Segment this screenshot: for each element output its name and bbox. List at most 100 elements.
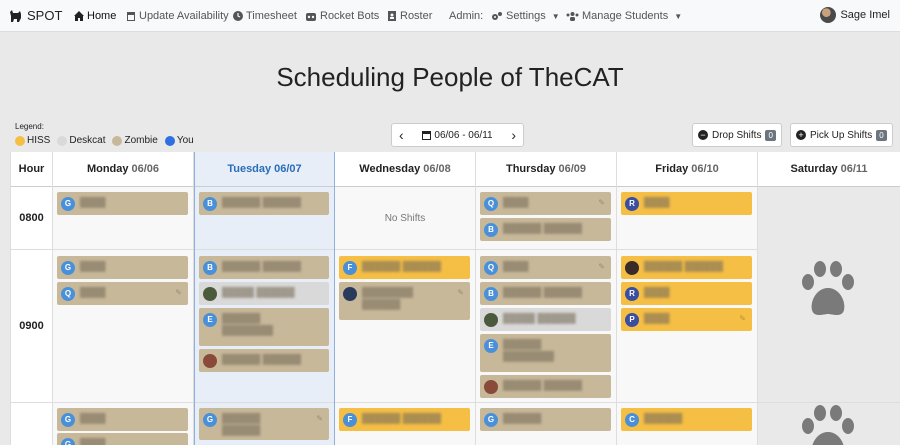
shift-card[interactable]: █████ ██████ [480, 308, 611, 331]
nav-timesheet[interactable]: Timesheet [233, 10, 297, 22]
nav-settings-label: Settings [506, 10, 546, 22]
nav-home[interactable]: Home [74, 10, 116, 22]
legend-zombie-label: Zombie [124, 135, 158, 146]
shift-card[interactable]: E ██████ ████████ [199, 308, 329, 346]
paw-icon [802, 261, 854, 315]
shift-card[interactable]: Q ████ ✎ [480, 192, 611, 215]
day-header-thursday: Thursday 06/09 [476, 152, 616, 187]
shift-card[interactable]: E ██████ ████████ [480, 334, 611, 372]
shift-card[interactable]: P ████ ✎ [621, 308, 752, 331]
shift-card[interactable]: B ██████ ██████ [199, 192, 329, 215]
nav-manage-students-dropdown[interactable]: Manage Students ▼ [566, 10, 682, 22]
week-range[interactable]: 06/06 - 06/11 [422, 129, 493, 141]
you-dot-icon [164, 135, 175, 146]
shift-card[interactable]: ██████ ██████ [621, 256, 752, 279]
shift-card[interactable]: G ████ [57, 408, 188, 431]
shift-card[interactable]: G ████ [57, 433, 188, 445]
shift-card[interactable]: B ██████ ██████ [199, 256, 329, 279]
robot-icon [306, 13, 316, 21]
avatar [343, 287, 357, 301]
nav-roster[interactable]: Roster [387, 10, 432, 22]
nav-update-availability-label: Update Availability [139, 10, 229, 22]
plus-circle-icon: + [796, 130, 806, 140]
nav-rocket-bots[interactable]: Rocket Bots [305, 10, 379, 22]
day-column-wednesday: Wednesday 06/08 No Shifts F ██████ ██████ … [335, 152, 476, 445]
day-header-friday: Friday 06/10 [617, 152, 757, 187]
paw-icon [802, 405, 854, 445]
week-navigator: ‹ 06/06 - 06/11 › [391, 123, 524, 147]
pin-icon: ✎ [598, 198, 605, 207]
day-header-tuesday: Tuesday 06/07 [195, 152, 334, 187]
shift-card[interactable]: F ██████ ██████ [339, 408, 470, 431]
chevron-down-icon: ▼ [674, 11, 683, 21]
legend-item-hiss: HISS [15, 135, 50, 146]
hiss-dot-icon [15, 135, 25, 146]
shift-card[interactable]: B ██████ ██████ [480, 282, 611, 305]
avatar [484, 380, 498, 394]
nav-settings-dropdown[interactable]: Settings ▼ [491, 10, 560, 22]
shift-card[interactable]: F ██████ ██████ [339, 256, 470, 279]
calendar-icon [127, 12, 135, 21]
home-icon [74, 11, 84, 21]
avatar [820, 7, 837, 23]
minus-circle-icon: − [698, 130, 708, 140]
brand[interactable]: SPOT [9, 8, 62, 23]
day-column-tuesday: Tuesday 06/07 B ██████ ██████ B ██████ ████… [194, 152, 335, 445]
cat-logo-icon [10, 9, 21, 22]
week-range-label: 06/06 - 06/11 [434, 129, 493, 141]
legend-deskcat-label: Deskcat [69, 135, 106, 146]
day-column-thursday: Thursday 06/09 Q ████ ✎ B ██████ ██████ Q ███… [476, 152, 617, 445]
shift-card[interactable]: ██████ ██████ [199, 349, 329, 372]
shift-card[interactable]: G ████ [57, 256, 188, 279]
drop-shifts-button[interactable]: − Drop Shifts 0 [692, 123, 782, 147]
shift-card[interactable]: G ██████ ██████ ✎ [199, 408, 329, 440]
pin-icon: ✎ [316, 414, 323, 423]
pick-up-shifts-label: Pick Up Shifts [810, 129, 873, 141]
legend-item-zombie: Zombie [112, 135, 158, 146]
shift-card[interactable]: Q ████ ✎ [480, 256, 611, 279]
avatar [484, 313, 498, 327]
drop-shifts-label: Drop Shifts [712, 129, 762, 141]
nav-manage-students-label: Manage Students [582, 10, 669, 22]
deskcat-dot-icon [57, 135, 68, 146]
address-book-icon [388, 11, 396, 21]
shift-card[interactable]: ████████ ██████ ✎ [339, 282, 470, 320]
shift-card[interactable]: █████ ██████ [199, 282, 329, 305]
shift-card[interactable]: G ██████ [480, 408, 611, 431]
user-name: Sage Imel [840, 9, 890, 21]
shift-card[interactable]: ██████ ██████ [480, 375, 611, 398]
pick-up-shifts-button[interactable]: + Pick Up Shifts 0 [790, 123, 893, 147]
legend-label: Legend: [15, 122, 44, 131]
day-column-monday: Monday 06/06 G ████ G ████ Q ████ ✎ G ████ G ██… [53, 152, 194, 445]
avatar [625, 261, 639, 275]
legend-hiss-label: HISS [27, 135, 51, 146]
avatar [203, 287, 217, 301]
clock-icon [233, 11, 243, 21]
shift-card[interactable]: G ████ [57, 192, 188, 215]
users-icon [566, 12, 579, 21]
nav-home-label: Home [87, 10, 117, 22]
shift-card[interactable]: R ████ [621, 282, 752, 305]
nav-update-availability[interactable]: Update Availability [126, 10, 229, 22]
shift-card[interactable]: R ████ [621, 192, 752, 215]
user-menu[interactable]: Sage Imel [820, 7, 890, 23]
prev-week-button[interactable]: ‹ [399, 127, 404, 143]
legend-you-label: You [176, 135, 194, 146]
shift-card[interactable]: B ██████ ██████ [480, 218, 611, 241]
legend-item-deskcat: Deskcat [57, 135, 105, 146]
hour-label-0900: 0900 [19, 320, 44, 332]
pin-icon: ✎ [598, 262, 605, 271]
legend-item-you: You [164, 135, 194, 146]
pin-icon: ✎ [457, 288, 464, 297]
shift-card[interactable]: C ██████ [621, 408, 752, 431]
drop-count-badge: 0 [765, 129, 776, 141]
page-title: Scheduling People of TheCAT [276, 62, 624, 92]
pickup-count-badge: 0 [876, 129, 887, 141]
admin-label: Admin: [449, 10, 484, 22]
day-column-saturday: Saturday 06/11 [758, 152, 900, 445]
gears-icon [492, 12, 502, 20]
nav-roster-label: Roster [400, 10, 433, 22]
shift-card[interactable]: Q ████ ✎ [57, 282, 188, 305]
day-column-friday: Friday 06/10 R ████ ██████ ██████ R ████ P █… [617, 152, 758, 445]
next-week-button[interactable]: › [511, 127, 516, 143]
